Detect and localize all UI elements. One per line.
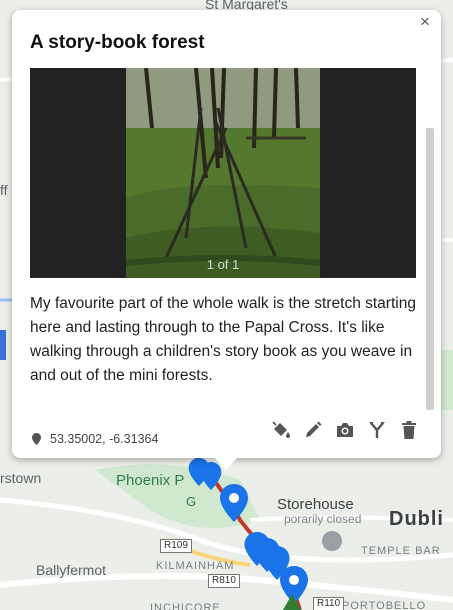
close-button[interactable]: × — [415, 12, 435, 32]
map-label-temple-bar: TEMPLE BAR — [361, 545, 441, 557]
location-pin-icon — [32, 433, 41, 445]
forest-photo[interactable] — [126, 68, 320, 278]
road-shield-r810: R810 — [208, 574, 240, 588]
camera-icon[interactable] — [335, 420, 355, 440]
paint-bucket-icon[interactable] — [271, 420, 291, 440]
road-shield-r109: R109 — [160, 539, 192, 553]
coordinates-text: 53.35002, -6.31364 — [50, 432, 159, 446]
map-label-dublin: Dubli — [389, 508, 444, 530]
map-label-edge: ff — [0, 182, 8, 198]
map-label-temporarily-closed: porarily closed — [284, 512, 362, 526]
map-label-portobello: PORTOBELLO — [342, 600, 427, 610]
map-label-kilmainham: KILMAINHAM — [156, 560, 235, 572]
map-label-phoenix-park: Phoenix P — [116, 472, 185, 489]
map-pin-icon[interactable] — [220, 484, 248, 522]
pencil-icon[interactable] — [303, 420, 323, 440]
map-label-park-gate: G — [186, 494, 197, 509]
fork-icon[interactable] — [367, 420, 387, 440]
popup-description: My favourite part of the whole walk is t… — [30, 295, 416, 384]
trash-icon[interactable] — [399, 420, 419, 440]
coordinates-row: 53.35002, -6.31364 — [32, 432, 158, 446]
photo-gallery[interactable]: 1 of 1 — [30, 68, 416, 278]
photo-counter: 1 of 1 — [206, 257, 240, 272]
map-label-inchicore: INCHICORE — [150, 602, 221, 610]
map-label-storehouse: Storehouse — [277, 496, 354, 513]
place-popup: × A story-book forest 1 of 1 My favourit… — [12, 10, 441, 470]
map-label-castleknock: rstown — [0, 470, 42, 486]
road-shield-r110: R110 — [313, 597, 345, 610]
forest-photo-image — [126, 68, 320, 278]
popup-toolbar — [271, 420, 419, 440]
popup-title: A story-book forest — [30, 32, 205, 53]
map-label-ballyfermot: Ballyfermot — [36, 562, 107, 578]
map-pin-green-icon[interactable] — [283, 594, 301, 610]
popup-scrollbar[interactable] — [426, 128, 434, 410]
camera-poi-icon[interactable] — [322, 531, 342, 551]
